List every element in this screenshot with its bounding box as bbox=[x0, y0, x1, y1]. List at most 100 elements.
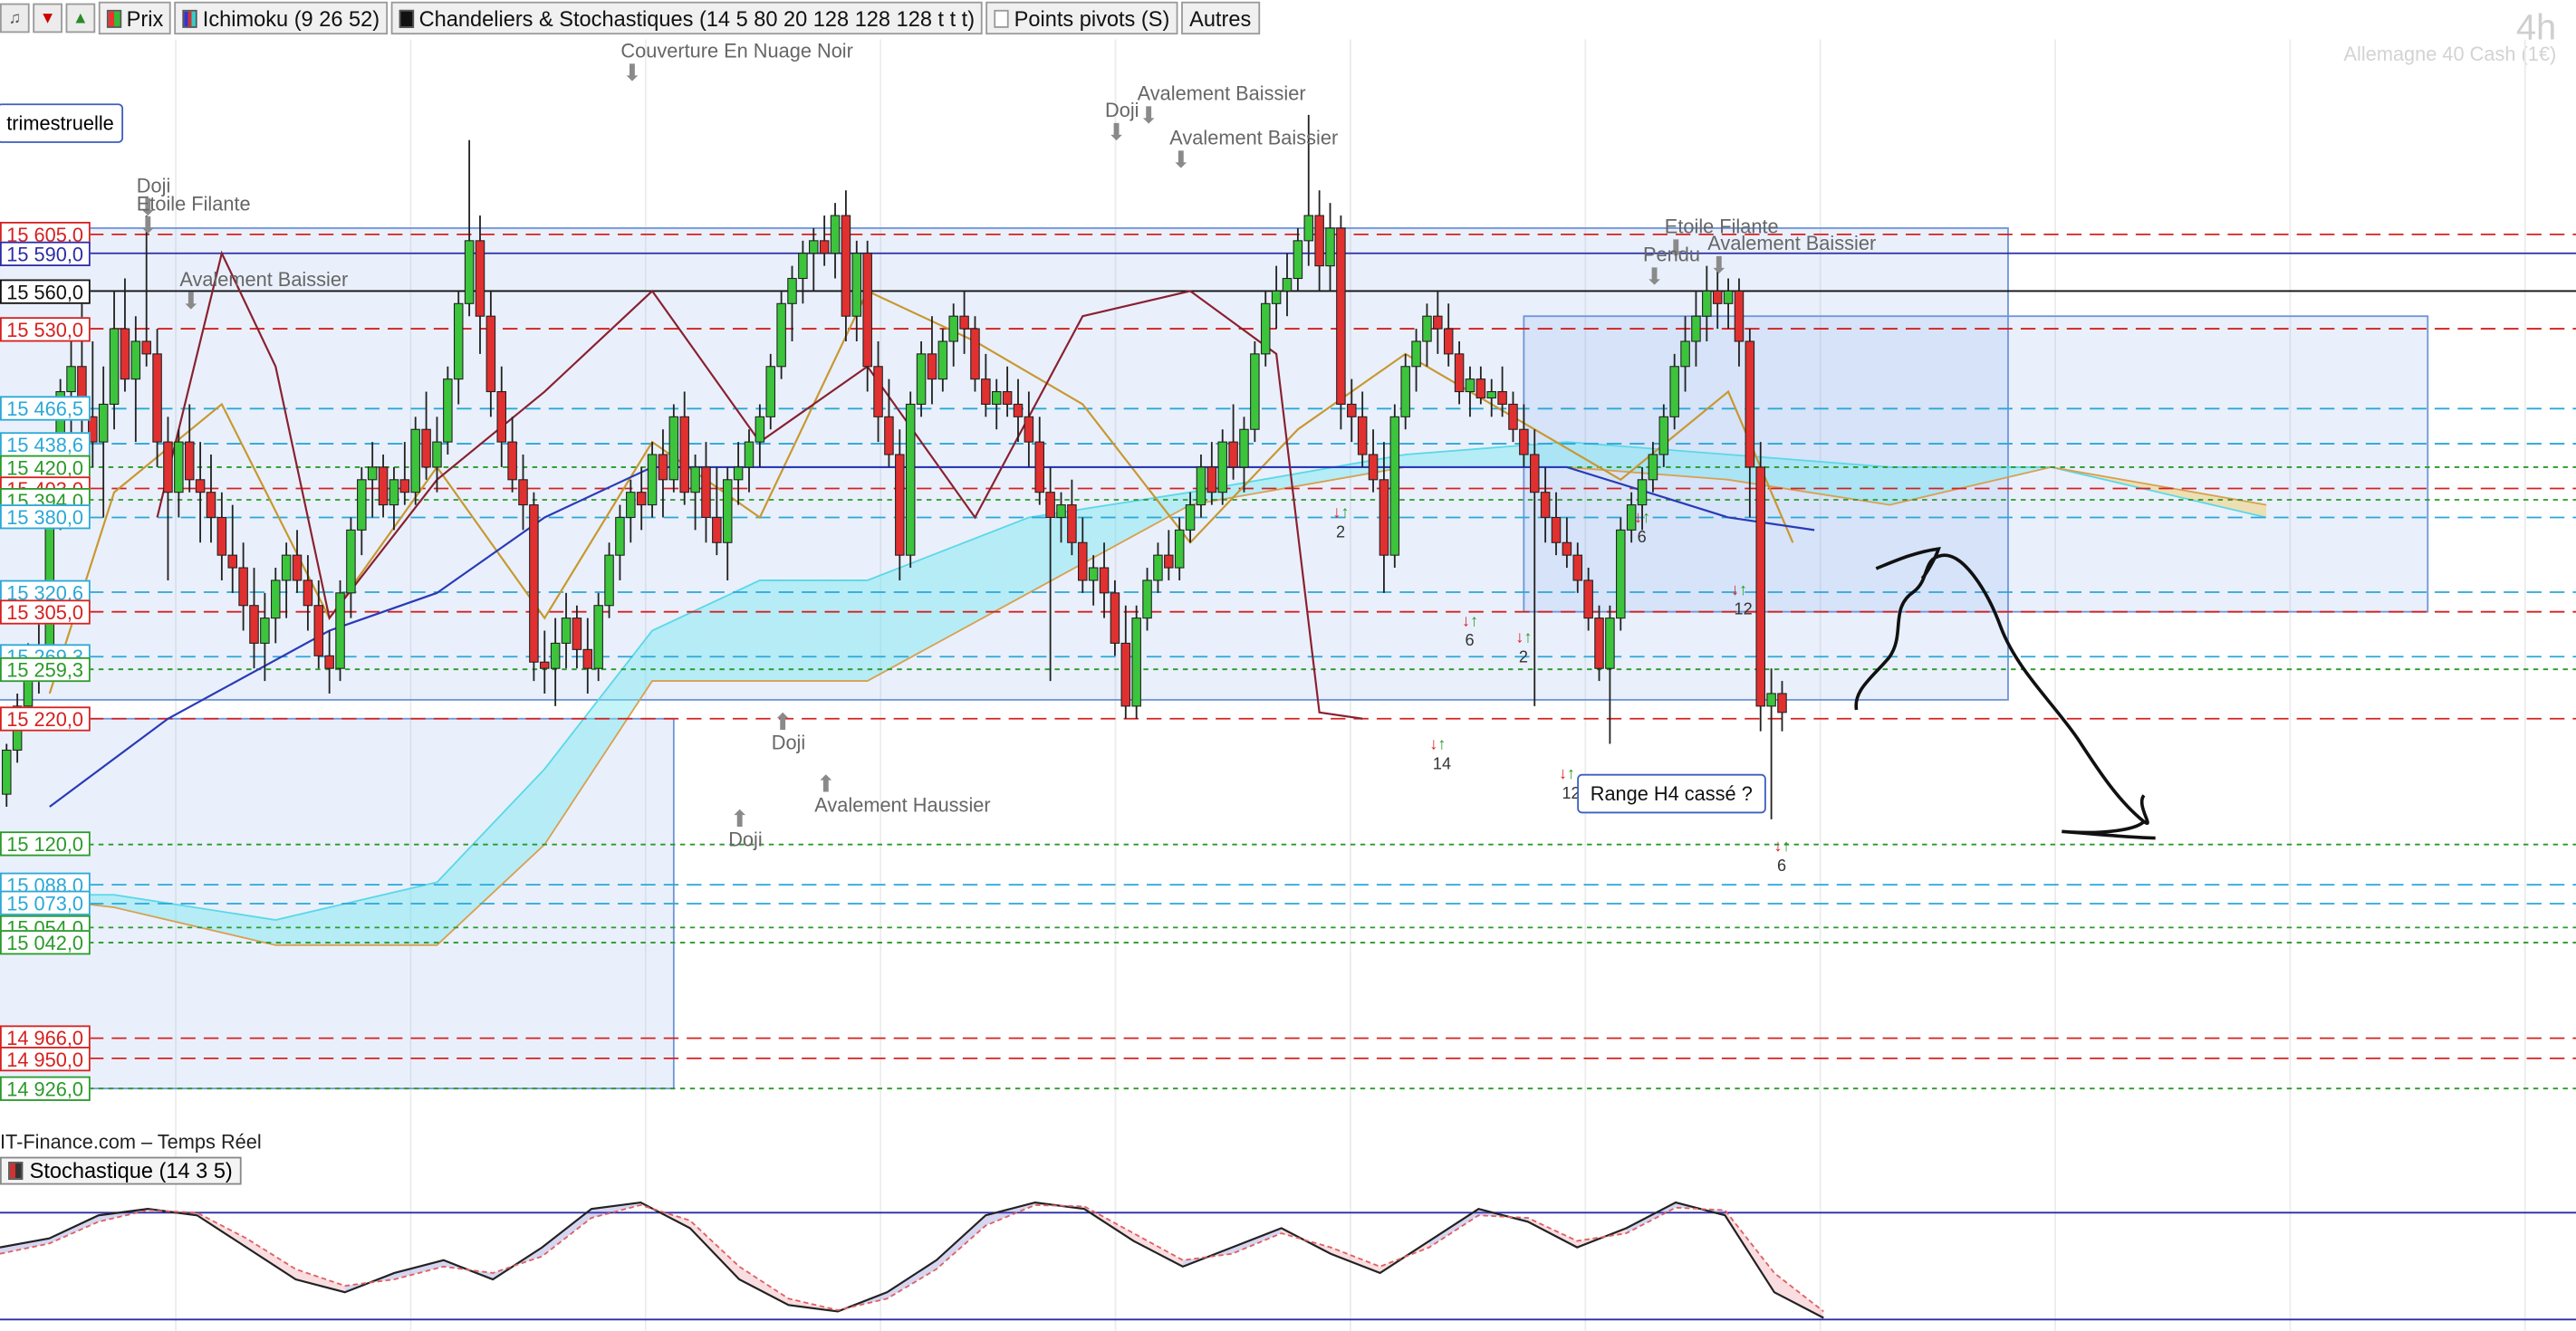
bearish-candle bbox=[227, 554, 237, 569]
kumo-cloud-segment bbox=[1480, 447, 1492, 467]
bullish-candle bbox=[1616, 529, 1626, 619]
bullish-candle bbox=[1174, 529, 1185, 569]
kumo-cloud-segment bbox=[1039, 513, 1051, 588]
bearish-candle bbox=[927, 353, 937, 380]
signal-count: 12 bbox=[1734, 601, 1753, 620]
bearish-candle bbox=[1357, 416, 1368, 455]
bullish-candle bbox=[443, 378, 453, 443]
price-level-label: 15 120,0 bbox=[0, 832, 91, 857]
bullish-candle bbox=[1637, 479, 1648, 506]
bullish-candle bbox=[593, 605, 603, 669]
bearish-candle bbox=[1540, 492, 1551, 519]
bullish-candle bbox=[744, 441, 755, 468]
quarterly-pivot-label: trimestruelle bbox=[0, 103, 124, 143]
bearish-candle bbox=[981, 378, 991, 405]
kumo-cloud-segment bbox=[1706, 453, 1718, 479]
bullish-candle bbox=[335, 592, 345, 669]
bearish-candle bbox=[378, 466, 389, 506]
kumo-cloud-segment bbox=[770, 579, 782, 682]
bearish-candle bbox=[324, 655, 334, 669]
bearish-candle bbox=[1433, 315, 1443, 330]
bearish-candle bbox=[1519, 428, 1529, 455]
bullish-candle bbox=[130, 340, 141, 380]
kumo-cloud-segment bbox=[975, 534, 986, 623]
pattern-label: Avalement Baissier bbox=[1137, 82, 1306, 106]
bearish-candle bbox=[1002, 391, 1013, 405]
bullish-candle bbox=[765, 366, 776, 417]
kumo-cloud-segment bbox=[415, 885, 427, 945]
bearish-candle bbox=[1583, 579, 1593, 619]
kumo-cloud-segment bbox=[372, 895, 384, 945]
bullish-candle bbox=[464, 240, 475, 304]
bullish-candle bbox=[1691, 315, 1701, 342]
bullish-candle bbox=[389, 479, 399, 506]
stochastic-label-text: Stochastique (14 3 5) bbox=[29, 1158, 233, 1183]
price-chart[interactable] bbox=[0, 0, 2576, 1331]
bearish-candle bbox=[1228, 441, 1238, 468]
bearish-candle bbox=[884, 416, 894, 455]
kumo-cloud-segment bbox=[1405, 454, 1417, 467]
kumo-cloud-segment bbox=[845, 579, 857, 682]
kumo-cloud-segment bbox=[1028, 515, 1040, 593]
price-level-label: 14 926,0 bbox=[0, 1076, 91, 1101]
price-level-label: 15 590,0 bbox=[0, 241, 91, 266]
arrow-down-icon: ⬇ bbox=[1644, 263, 1665, 291]
kumo-cloud-segment bbox=[684, 610, 696, 682]
price-level-label: 15 220,0 bbox=[0, 706, 91, 732]
kumo-cloud-segment bbox=[512, 791, 524, 876]
kumo-cloud-segment bbox=[318, 907, 330, 945]
bullish-candle bbox=[1131, 618, 1141, 707]
bullish-candle bbox=[367, 466, 378, 481]
bullish-candle bbox=[346, 529, 356, 594]
bearish-candle bbox=[184, 441, 195, 481]
kumo-cloud-segment bbox=[533, 769, 545, 855]
bearish-candle bbox=[1497, 391, 1507, 405]
pattern-label: Avalement Baissier bbox=[1169, 127, 1339, 150]
bullish-candle bbox=[1293, 240, 1303, 280]
bearish-candle bbox=[873, 366, 883, 417]
bullish-candle bbox=[1766, 693, 1776, 707]
bearish-candle bbox=[841, 215, 851, 317]
bearish-candle bbox=[1529, 454, 1540, 493]
bearish-candle bbox=[1551, 516, 1562, 543]
price-level-label: 15 380,0 bbox=[0, 504, 91, 531]
bullish-candle bbox=[1422, 315, 1432, 342]
stochastic-label[interactable]: Stochastique (14 3 5) bbox=[0, 1156, 241, 1185]
arrow-down-icon: ⬇ bbox=[138, 212, 158, 239]
bullish-candle bbox=[1056, 504, 1066, 519]
bullish-candle bbox=[1088, 567, 1099, 581]
kumo-cloud-segment bbox=[1793, 459, 1804, 492]
price-level-label: 15 305,0 bbox=[0, 599, 91, 625]
signal-arrow-icon: ↓↑ bbox=[1633, 509, 1651, 528]
price-level-label: 14 950,0 bbox=[0, 1046, 91, 1071]
bearish-candle bbox=[249, 605, 259, 644]
kumo-cloud-segment bbox=[1782, 458, 1793, 490]
signal-count: 6 bbox=[1637, 528, 1647, 547]
price-level-label: 15 438,6 bbox=[0, 431, 91, 456]
bearish-candle bbox=[195, 479, 206, 493]
bullish-candle bbox=[1185, 504, 1196, 531]
kumo-cloud-segment bbox=[1050, 512, 1062, 581]
kumo-cloud-segment bbox=[748, 579, 760, 682]
bearish-candle bbox=[1734, 290, 1745, 342]
kumo-cloud-segment bbox=[329, 905, 341, 945]
bullish-candle bbox=[1260, 302, 1271, 355]
kumo-cloud-segment bbox=[856, 579, 868, 682]
bullish-candle bbox=[1239, 428, 1249, 468]
kumo-cloud-segment bbox=[996, 525, 1008, 611]
arrow-down-icon: ⬇ bbox=[181, 287, 201, 314]
bearish-candle bbox=[1314, 215, 1324, 267]
kumo-cloud-segment bbox=[275, 917, 287, 945]
bullish-candle bbox=[948, 315, 958, 342]
bearish-candle bbox=[1562, 541, 1572, 556]
bearish-candle bbox=[399, 479, 410, 493]
kumo-cloud-segment bbox=[178, 905, 190, 925]
bullish-candle bbox=[109, 328, 120, 405]
bearish-candle bbox=[1594, 618, 1604, 669]
bearish-candle bbox=[1379, 479, 1389, 556]
bullish-candle bbox=[991, 391, 1002, 405]
bearish-candle bbox=[206, 492, 216, 519]
kumo-cloud-segment bbox=[792, 579, 803, 682]
kumo-cloud-segment bbox=[523, 780, 534, 865]
pattern-label: Avalement Baissier bbox=[1707, 231, 1877, 254]
